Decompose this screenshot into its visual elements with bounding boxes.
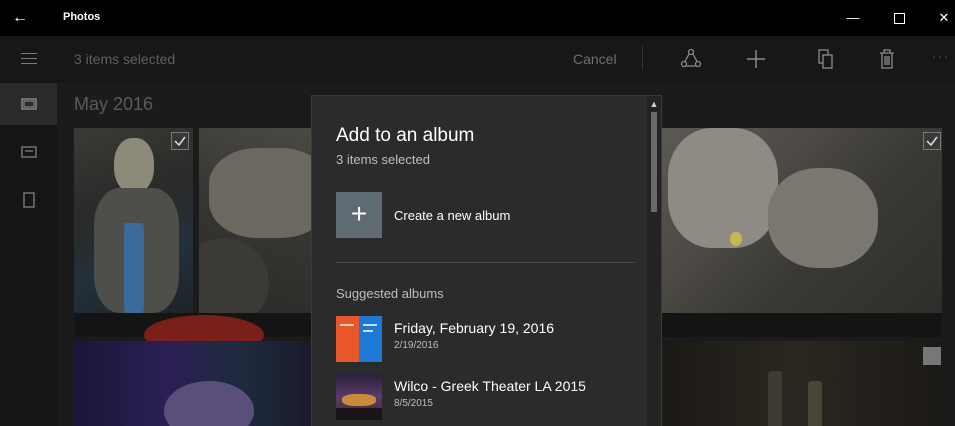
dialog-title: Add to an album [336, 125, 475, 146]
nav-albums[interactable] [0, 131, 57, 173]
dialog-divider [336, 262, 635, 263]
album-name: Wilco - Greek Theater LA 2015 [394, 378, 586, 394]
title-bar: ← Photos — ✕ [0, 0, 955, 36]
photo-tile[interactable] [648, 128, 942, 313]
maximize-icon [893, 13, 905, 25]
delete-icon[interactable] [872, 45, 902, 73]
command-separator [642, 46, 643, 70]
photo-tile[interactable] [199, 128, 312, 313]
nav-collection[interactable] [0, 83, 57, 125]
photo-tile[interactable] [74, 341, 312, 426]
plus-icon: + [350, 198, 368, 229]
folders-icon [23, 192, 35, 208]
hamburger-menu-icon[interactable] [21, 53, 37, 65]
more-options-icon[interactable]: ··· [932, 48, 949, 64]
collection-icon [21, 98, 37, 110]
maximize-button[interactable] [886, 6, 912, 30]
scroll-up-icon[interactable]: ▲ [647, 98, 661, 110]
section-title: May 2016 [74, 94, 154, 114]
album-name: Friday, February 19, 2016 [394, 320, 555, 336]
add-album-tile: + [336, 192, 382, 238]
create-new-album-label: Create a new album [394, 208, 511, 223]
albums-icon [21, 146, 37, 158]
album-date: 8/5/2015 [394, 398, 433, 409]
album-date: 2/19/2016 [394, 340, 439, 351]
album-item[interactable]: Wilco - Greek Theater LA 2015 8/5/2015 [336, 374, 636, 422]
album-thumbnail [336, 374, 382, 420]
create-new-album-button[interactable]: + Create a new album [336, 192, 636, 240]
add-icon[interactable] [741, 45, 771, 73]
app-title: Photos [63, 11, 101, 23]
photo-tile[interactable] [648, 341, 942, 426]
nav-rail [0, 83, 57, 426]
scroll-thumb[interactable] [651, 112, 657, 212]
selected-checkbox[interactable] [923, 132, 941, 150]
back-arrow-icon[interactable]: ← [10, 8, 30, 28]
selected-checkbox[interactable] [171, 132, 189, 150]
add-to-album-dialog: Add to an album 3 items selected + Creat… [312, 96, 661, 426]
album-thumbnail [336, 316, 382, 362]
suggested-albums-header: Suggested albums [336, 286, 444, 301]
unselected-checkbox[interactable] [923, 347, 941, 365]
share-icon[interactable] [676, 45, 706, 73]
copy-icon[interactable] [810, 45, 840, 73]
nav-folders[interactable] [0, 179, 57, 221]
album-item[interactable]: Friday, February 19, 2016 2/19/2016 [336, 316, 636, 364]
selected-count: 3 items selected [74, 51, 176, 67]
photo-tile[interactable] [74, 128, 193, 313]
minimize-button[interactable]: — [840, 6, 866, 30]
close-button[interactable]: ✕ [931, 6, 955, 30]
command-bar: 3 items selected Cancel ··· [0, 36, 955, 83]
dialog-scrollbar[interactable]: ▲ [647, 96, 661, 426]
cancel-button[interactable]: Cancel [573, 51, 617, 67]
dialog-subtitle: 3 items selected [336, 152, 430, 167]
